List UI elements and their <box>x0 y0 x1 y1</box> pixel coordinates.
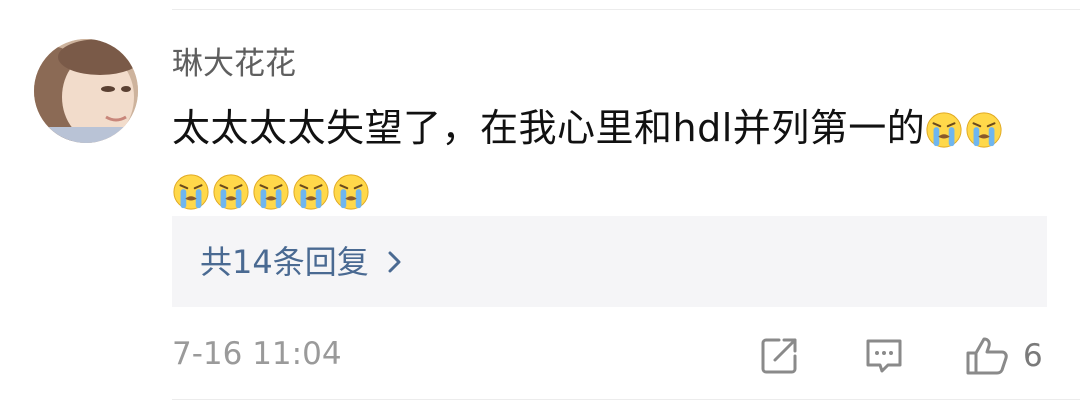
top-divider <box>172 9 1080 10</box>
bottom-divider <box>172 399 1080 400</box>
comment-icon <box>866 339 902 373</box>
replies-link-label: 共14条回复 <box>200 243 369 281</box>
crying-face-emoji <box>333 174 369 210</box>
emoji-group-line1 <box>925 106 1005 150</box>
comment-text-block: 太太太太失望了，在我心里和hdl并列第一的 <box>172 100 1052 218</box>
emoji-group-line2 <box>172 162 1052 218</box>
like-button[interactable]: 6 <box>965 336 1043 376</box>
share-icon <box>761 338 797 374</box>
avatar[interactable] <box>34 39 138 143</box>
chevron-right-icon <box>388 251 401 273</box>
crying-face-emoji <box>926 112 962 148</box>
replies-panel[interactable]: 共14条回复 <box>172 216 1047 307</box>
thumbs-up-icon <box>966 337 1008 375</box>
timestamp: 7-16 11:04 <box>172 336 342 372</box>
like-count: 6 <box>1023 338 1043 374</box>
username[interactable]: 琳大花花 <box>172 44 296 84</box>
view-replies-link[interactable]: 共14条回复 <box>200 241 403 283</box>
crying-face-emoji <box>213 174 249 210</box>
crying-face-emoji <box>293 174 329 210</box>
crying-face-emoji <box>253 174 289 210</box>
share-button[interactable] <box>759 336 799 380</box>
avatar-photo <box>34 39 138 143</box>
reply-button[interactable] <box>864 336 904 380</box>
crying-face-emoji <box>173 174 209 210</box>
crying-face-emoji <box>966 112 1002 148</box>
comment-text: 太太太太失望了，在我心里和hdl并列第一的 <box>172 106 926 150</box>
